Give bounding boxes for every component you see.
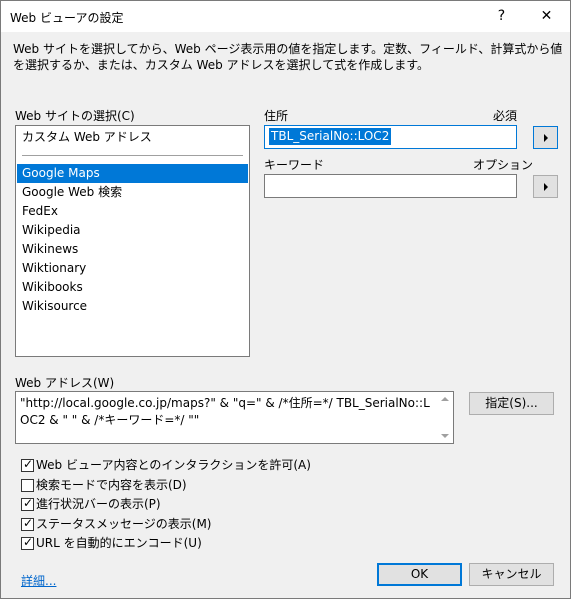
details-link[interactable]: 詳細... — [21, 572, 56, 589]
ok-button[interactable]: OK — [377, 563, 462, 586]
checkmark-icon: ✓ — [23, 496, 34, 510]
arrow-right-icon — [544, 134, 548, 142]
arrow-right-icon — [544, 183, 548, 191]
scroll-down-icon[interactable] — [441, 434, 449, 438]
list-item[interactable]: Google Web 検索 — [17, 183, 248, 202]
description-text: Web サイトを選択してから、Web ページ表示用の値を指定します。定数、フィー… — [13, 42, 563, 72]
address-field[interactable]: TBL_SerialNo::LOC2 — [264, 125, 517, 149]
address-required-label: 必須 — [493, 109, 518, 123]
option-label: ステータスメッセージの表示(M) — [36, 516, 212, 531]
site-list-label: Web サイトの選択(C) — [15, 109, 135, 123]
option-label: 検索モードで内容を表示(D) — [36, 477, 187, 492]
checkmark-icon: ✓ — [23, 457, 34, 471]
site-listbox[interactable]: カスタム Web アドレス Google Maps Google Web 検索 Fe… — [15, 125, 250, 357]
keyword-insert-button[interactable] — [533, 175, 558, 198]
checkbox-box[interactable]: ✓ — [21, 457, 34, 472]
checkbox-box[interactable]: ✓ — [21, 496, 34, 511]
checkmark-icon: ✓ — [23, 535, 34, 549]
option-label: 進行状況バーの表示(P) — [36, 497, 161, 511]
list-item[interactable]: Wikipedia — [17, 221, 248, 240]
web-address-text: "http://local.google.co.jp/maps?" & "q="… — [20, 396, 430, 427]
close-button[interactable]: ✕ — [524, 1, 569, 32]
list-item[interactable]: Wiktionary — [17, 259, 248, 278]
scroll-up-icon[interactable] — [441, 397, 449, 401]
web-address-label: Web アドレス(W) — [15, 376, 115, 390]
web-address-scrollbar[interactable] — [436, 392, 453, 443]
web-address-field[interactable]: "http://local.google.co.jp/maps?" & "q="… — [15, 391, 454, 444]
checkmark-icon: ✓ — [23, 515, 34, 530]
option-label: URL を自動的にエンコード(U) — [36, 536, 202, 550]
checkbox-box[interactable] — [21, 478, 34, 492]
list-separator — [22, 155, 243, 156]
list-item[interactable]: FedEx — [17, 202, 248, 221]
list-item[interactable]: Wikisource — [17, 297, 248, 316]
checkbox-box[interactable]: ✓ — [21, 535, 34, 550]
web-viewer-settings-dialog: Web ビューアの設定 ? ✕ Web サイトを選択してから、Web ページ表示… — [0, 0, 571, 599]
keyword-label: キーワード — [264, 158, 325, 172]
checkbox-box[interactable]: ✓ — [21, 515, 34, 531]
list-item[interactable]: Google Maps — [17, 164, 248, 183]
cancel-button[interactable]: キャンセル — [469, 563, 554, 586]
option-label: Web ビューア内容とのインタラクションを許可(A) — [36, 458, 311, 472]
address-field-value: TBL_SerialNo::LOC2 — [269, 128, 392, 145]
window-title: Web ビューアの設定 — [10, 11, 124, 25]
keyword-optional-label: オプション — [473, 158, 534, 172]
address-label: 住所 — [264, 109, 289, 123]
title-bar: Web ビューアの設定 ? ✕ — [1, 1, 570, 32]
list-item[interactable]: Wikibooks — [17, 278, 248, 297]
list-item[interactable]: Wikinews — [17, 240, 248, 259]
keyword-field[interactable] — [264, 174, 517, 198]
specify-button[interactable]: 指定(S)... — [469, 392, 554, 415]
help-button[interactable]: ? — [479, 1, 524, 32]
list-item-custom-web-address[interactable]: カスタム Web アドレス — [17, 128, 248, 147]
address-insert-button[interactable] — [533, 126, 558, 149]
